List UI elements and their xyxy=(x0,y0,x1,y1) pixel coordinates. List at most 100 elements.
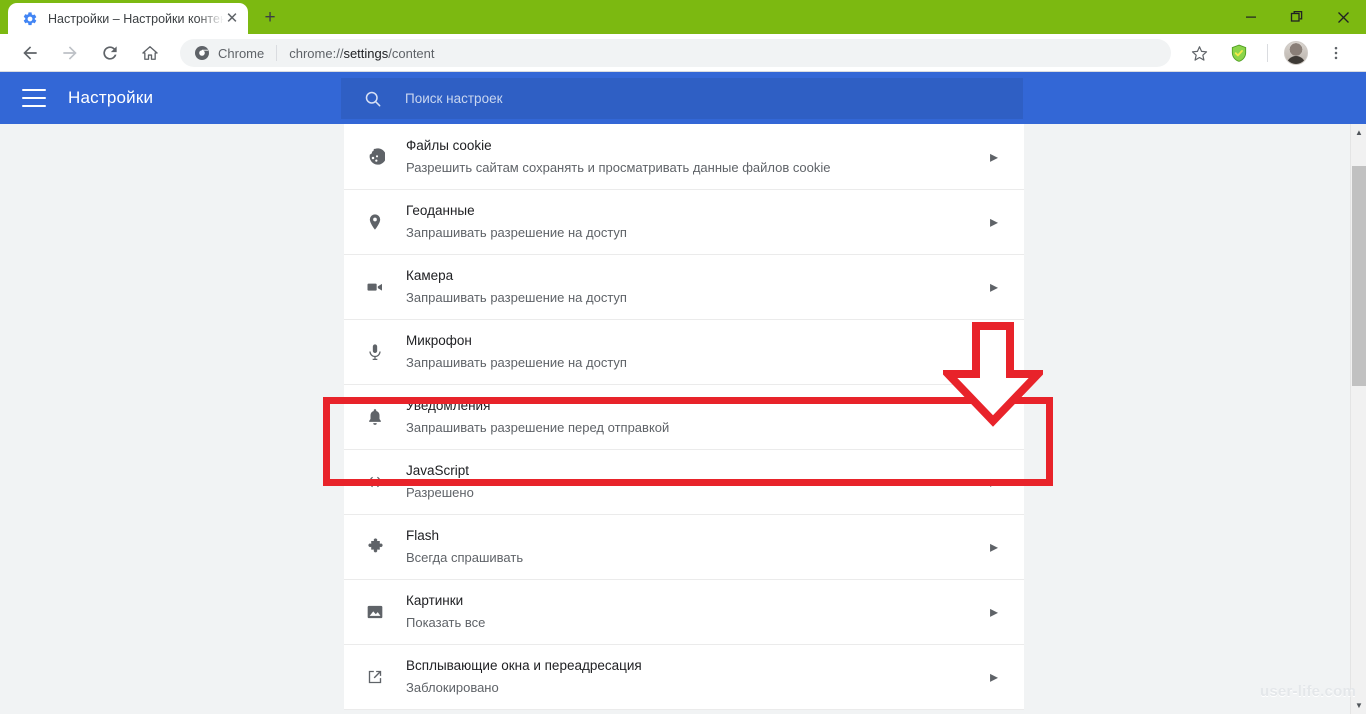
cookie-icon xyxy=(344,147,406,167)
row-text: Всплывающие окна и переадресация Заблоки… xyxy=(406,656,986,697)
page-scrollbar[interactable]: ▲ ▼ xyxy=(1350,124,1366,714)
close-icon xyxy=(1337,11,1349,23)
home-button[interactable] xyxy=(134,37,166,69)
maximize-icon xyxy=(1290,10,1303,22)
minimize-icon xyxy=(1246,16,1256,18)
popup-window-icon xyxy=(344,667,406,687)
settings-page-body: Файлы cookie Разрешить сайтам сохранять … xyxy=(0,124,1366,714)
chevron-right-icon[interactable]: ▸ xyxy=(986,342,1002,362)
chevron-right-icon[interactable]: ▸ xyxy=(986,537,1002,557)
row-subtitle: Запрашивать разрешение перед отправкой xyxy=(406,420,670,436)
url-prefix: chrome:// xyxy=(289,45,344,61)
green-shield-icon xyxy=(1231,44,1247,62)
back-arrow-icon xyxy=(23,46,37,60)
omnibox-divider xyxy=(276,45,278,61)
forward-button[interactable] xyxy=(54,37,86,69)
row-title: Всплывающие окна и переадресация xyxy=(406,658,642,674)
puzzle-piece-icon xyxy=(344,537,406,558)
hamburger-menu-icon[interactable] xyxy=(22,89,46,107)
browser-tab[interactable]: Настройки – Настройки контента ✕ xyxy=(8,3,248,34)
three-dot-menu-icon xyxy=(1334,46,1338,60)
settings-search-box[interactable] xyxy=(341,78,1023,119)
chevron-right-icon[interactable]: ▸ xyxy=(986,147,1002,167)
row-text: Файлы cookie Разрешить сайтам сохранять … xyxy=(406,136,986,177)
omnibox-chrome-label: Chrome xyxy=(218,45,265,61)
page-title: Настройки xyxy=(68,88,154,107)
tab-strip: Настройки – Настройки контента ✕ + xyxy=(0,0,1366,34)
location-pin-icon xyxy=(344,212,406,232)
search-input[interactable] xyxy=(405,91,1023,106)
table-row[interactable]: Камера Запрашивать разрешение на доступ … xyxy=(344,255,1024,320)
chevron-right-icon[interactable]: ▸ xyxy=(986,277,1002,297)
close-button[interactable] xyxy=(1320,0,1366,34)
row-subtitle: Заблокировано xyxy=(406,680,499,696)
url-suffix: /content xyxy=(388,45,435,61)
row-title: Микрофон xyxy=(406,333,472,349)
tab-title: Настройки – Настройки контента xyxy=(48,11,224,26)
new-tab-button[interactable]: + xyxy=(254,4,286,32)
row-text: Микрофон Запрашивать разрешение на досту… xyxy=(406,331,986,372)
chevron-right-icon[interactable]: ▸ xyxy=(986,212,1002,232)
row-subtitle: Разрешено xyxy=(406,485,474,501)
browser-toolbar: Chrome chrome://settings/content xyxy=(0,34,1366,72)
chevron-right-icon[interactable]: ▸ xyxy=(986,667,1002,687)
watermark: user-life.com xyxy=(1260,683,1356,700)
scrollbar-up-arrow[interactable]: ▲ xyxy=(1351,124,1366,141)
row-text: Камера Запрашивать разрешение на доступ xyxy=(406,266,986,307)
omnibox-chrome-chip: Chrome xyxy=(194,45,264,61)
scrollbar-thumb[interactable] xyxy=(1352,166,1366,386)
avatar[interactable] xyxy=(1284,41,1308,65)
reload-button[interactable] xyxy=(94,37,126,69)
url-strong: settings xyxy=(343,45,389,61)
microphone-icon xyxy=(344,342,406,362)
toolbar-separator xyxy=(1267,44,1268,62)
window-controls xyxy=(1228,0,1366,34)
star-icon xyxy=(1191,45,1207,61)
omnibox-url[interactable]: chrome://settings/content xyxy=(289,46,434,61)
browser-menu-button[interactable] xyxy=(1320,37,1352,69)
table-row[interactable]: Микрофон Запрашивать разрешение на досту… xyxy=(344,320,1024,385)
minimize-button[interactable] xyxy=(1228,0,1274,34)
bookmark-button[interactable] xyxy=(1183,37,1215,69)
row-subtitle: Запрашивать разрешение на доступ xyxy=(406,290,627,306)
bell-icon xyxy=(344,407,406,427)
home-icon xyxy=(142,46,158,60)
row-text: Flash Всегда спрашивать xyxy=(406,526,986,567)
maximize-button[interactable] xyxy=(1274,0,1320,34)
table-row-notifications[interactable]: Уведомления Запрашивать разрешение перед… xyxy=(344,385,1024,450)
row-subtitle: Показать все xyxy=(406,615,486,631)
row-text: Уведомления Запрашивать разрешение перед… xyxy=(406,396,986,437)
chevron-right-icon[interactable]: ▸ xyxy=(986,472,1002,492)
tab-close-icon[interactable]: ✕ xyxy=(224,11,240,27)
table-row[interactable]: Файлы cookie Разрешить сайтам сохранять … xyxy=(344,124,1024,190)
address-bar[interactable]: Chrome chrome://settings/content xyxy=(180,39,1171,67)
table-row[interactable]: Flash Всегда спрашивать ▸ xyxy=(344,515,1024,580)
chevron-right-icon[interactable]: ▸ xyxy=(986,407,1002,427)
search-icon xyxy=(365,91,381,106)
row-title: Камера xyxy=(406,268,454,284)
table-row[interactable]: Геоданные Запрашивать разрешение на дост… xyxy=(344,190,1024,255)
toolbar-right-actions xyxy=(1179,37,1356,69)
row-subtitle: Разрешить сайтам сохранять и просматрива… xyxy=(406,159,831,175)
extension-button[interactable] xyxy=(1223,37,1255,69)
row-title: Flash xyxy=(406,528,440,544)
forward-arrow-icon xyxy=(63,46,77,60)
row-text: Картинки Показать все xyxy=(406,591,986,632)
back-button[interactable] xyxy=(14,37,46,69)
chrome-logo-icon xyxy=(195,46,209,60)
row-title: Уведомления xyxy=(406,398,491,414)
row-text: Геоданные Запрашивать разрешение на дост… xyxy=(406,201,986,242)
row-title: Геоданные xyxy=(406,203,475,219)
table-row[interactable]: JavaScript Разрешено ▸ xyxy=(344,450,1024,515)
chevron-right-icon[interactable]: ▸ xyxy=(986,602,1002,622)
reload-icon xyxy=(103,46,117,60)
code-brackets-icon xyxy=(344,472,406,492)
row-text: JavaScript Разрешено xyxy=(406,461,986,502)
gear-icon xyxy=(23,11,37,25)
table-row[interactable]: Картинки Показать все ▸ xyxy=(344,580,1024,645)
row-title: Картинки xyxy=(406,593,464,609)
row-subtitle: Запрашивать разрешение на доступ xyxy=(406,355,627,371)
table-row[interactable]: Всплывающие окна и переадресация Заблоки… xyxy=(344,645,1024,710)
row-title: JavaScript xyxy=(406,463,470,479)
content-settings-card: Файлы cookie Разрешить сайтам сохранять … xyxy=(344,124,1024,710)
